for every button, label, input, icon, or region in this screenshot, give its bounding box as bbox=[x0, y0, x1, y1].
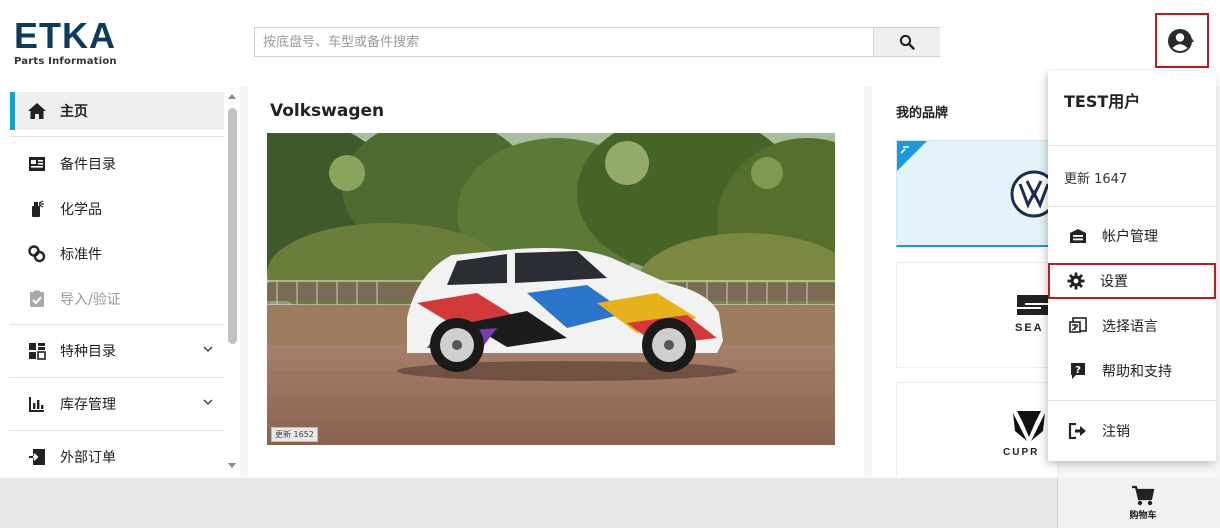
svg-text:?: ? bbox=[1075, 365, 1081, 376]
divider bbox=[10, 136, 224, 137]
sidebar-item-label: 外部订单 bbox=[60, 450, 116, 466]
sidebar-item-label: 化学品 bbox=[60, 202, 102, 218]
shopping-cart-button[interactable]: 购物车 bbox=[1057, 478, 1220, 528]
catalog-icon bbox=[26, 153, 48, 175]
user-menu-button[interactable] bbox=[1155, 13, 1209, 68]
volkswagen-car-photo bbox=[267, 133, 835, 445]
sidebar-item-label: 标准件 bbox=[60, 247, 102, 263]
divider bbox=[1048, 145, 1216, 146]
sidebar-item-special-catalog[interactable]: 特种目录 bbox=[10, 332, 224, 370]
sidebar-item-label: 主页 bbox=[60, 104, 88, 120]
menu-item-settings[interactable]: 设置 bbox=[1048, 263, 1216, 299]
chemical-icon bbox=[26, 198, 48, 220]
standard-part-icon bbox=[26, 243, 48, 265]
sidebar-item-home[interactable]: 主页 bbox=[10, 92, 224, 130]
footer-bar bbox=[0, 478, 1220, 528]
search-button[interactable] bbox=[873, 28, 940, 56]
sidebar-item-label: 备件目录 bbox=[60, 157, 116, 173]
brand-card-vw[interactable] bbox=[896, 140, 1058, 247]
sidebar-item-label: 库存管理 bbox=[60, 397, 116, 413]
my-brands-title: 我的品牌 bbox=[896, 106, 949, 121]
divider bbox=[1048, 400, 1216, 401]
favorite-corner-icon bbox=[897, 141, 927, 171]
update-version: 更新 1647 bbox=[1064, 172, 1128, 187]
menu-item-label: 设置 bbox=[1100, 274, 1128, 290]
gear-icon bbox=[1066, 271, 1086, 291]
svg-text:SEA: SEA bbox=[1015, 322, 1044, 334]
menu-item-select-language[interactable]: 选择语言 bbox=[1050, 308, 1214, 344]
menu-item-label: 帮助和支持 bbox=[1102, 364, 1172, 380]
divider bbox=[10, 430, 224, 431]
search-input[interactable] bbox=[255, 28, 883, 56]
hero-image[interactable]: 更新 1652 bbox=[267, 133, 835, 445]
menu-item-label: 选择语言 bbox=[1102, 319, 1158, 335]
menu-item-logout[interactable]: 注销 bbox=[1050, 413, 1214, 449]
sidebar-item-import-verify[interactable]: 导入/验证 bbox=[10, 280, 224, 318]
cart-label: 购物车 bbox=[1129, 511, 1157, 521]
menu-item-help-support[interactable]: ? 帮助和支持 bbox=[1050, 353, 1214, 389]
search-icon bbox=[899, 34, 915, 50]
menu-item-label: 注销 bbox=[1102, 424, 1130, 440]
menu-item-label: 帐户管理 bbox=[1102, 229, 1158, 245]
logo-subtitle: Parts Information bbox=[14, 56, 117, 67]
divider bbox=[1048, 206, 1216, 207]
home-icon bbox=[26, 100, 48, 122]
chevron-down-icon bbox=[203, 399, 213, 406]
sidebar-item-standard-parts[interactable]: 标准件 bbox=[10, 235, 224, 273]
sidebar-item-external-orders[interactable]: 外部订单 bbox=[10, 438, 224, 476]
scroll-down-arrow-icon bbox=[228, 463, 236, 468]
search-bar bbox=[254, 27, 940, 57]
logo-text: ETKA bbox=[14, 15, 116, 56]
scroll-up-arrow-icon bbox=[228, 94, 236, 99]
sidebar-item-label: 特种目录 bbox=[60, 344, 116, 360]
sidebar-item-chemicals[interactable]: 化学品 bbox=[10, 190, 224, 228]
user-name: TEST用户 bbox=[1064, 92, 1141, 111]
svg-text:CUPR: CUPR bbox=[1003, 447, 1039, 458]
sidebar-item-inventory[interactable]: 库存管理 bbox=[10, 385, 224, 423]
brand-title: Volkswagen bbox=[270, 101, 385, 121]
special-catalog-icon bbox=[26, 340, 48, 362]
brand-card-seat[interactable]: SEA bbox=[896, 262, 1058, 368]
brand-card-cupra[interactable]: CUPR bbox=[896, 382, 1058, 480]
menu-item-account-management[interactable]: 帐户管理 bbox=[1050, 218, 1214, 254]
account-management-icon bbox=[1068, 226, 1088, 246]
external-order-icon bbox=[26, 446, 48, 468]
divider bbox=[10, 324, 224, 325]
clipboard-check-icon bbox=[26, 288, 48, 310]
language-icon bbox=[1068, 316, 1088, 336]
etka-logo[interactable]: ETKA Parts Information bbox=[14, 18, 126, 68]
hero-update-badge: 更新 1652 bbox=[271, 427, 318, 442]
sidebar: 主页 备件目录 化学品 标准件 导入/验证 特种目录 库存管理 外部订单 bbox=[0, 86, 240, 478]
sidebar-item-parts-catalog[interactable]: 备件目录 bbox=[10, 145, 224, 183]
divider bbox=[10, 377, 224, 378]
logout-icon bbox=[1068, 421, 1088, 441]
sidebar-scroll-thumb[interactable] bbox=[228, 108, 237, 344]
sidebar-item-label: 导入/验证 bbox=[60, 292, 121, 308]
user-avatar-icon bbox=[1168, 28, 1194, 53]
bar-chart-icon bbox=[26, 393, 48, 415]
shopping-cart-icon bbox=[1132, 485, 1155, 506]
chevron-down-icon bbox=[203, 346, 213, 353]
help-icon: ? bbox=[1068, 361, 1088, 381]
